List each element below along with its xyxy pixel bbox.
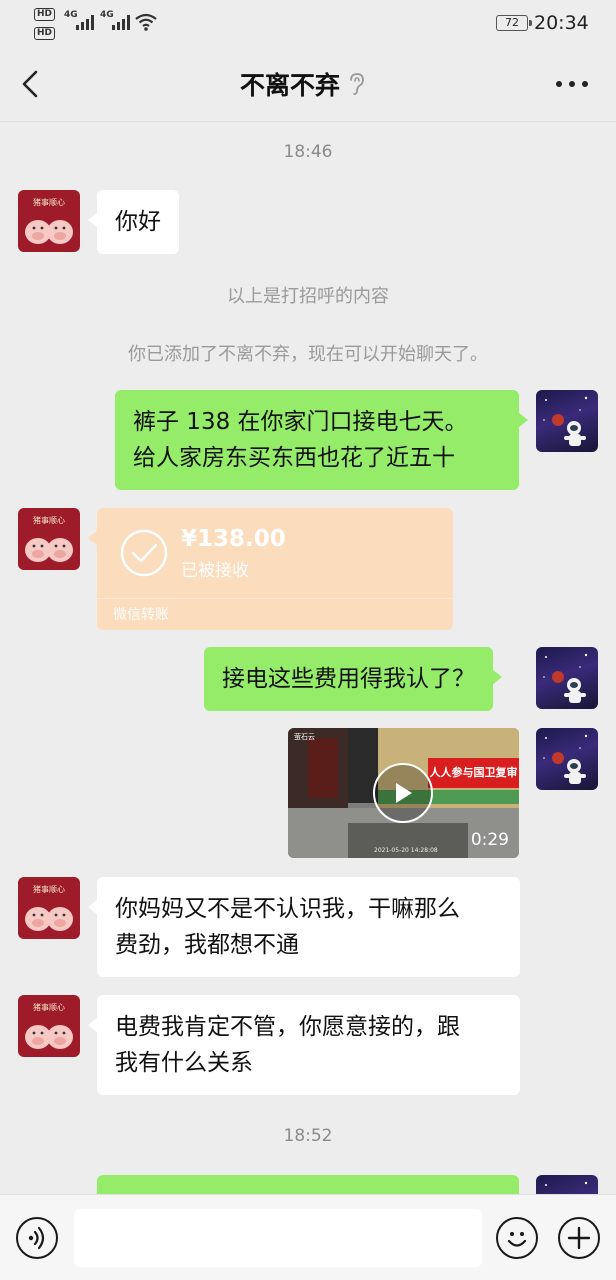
more-dots-icon[interactable] — [552, 66, 592, 102]
message-bubble[interactable]: 你好 — [88, 190, 179, 254]
voice-icon[interactable] — [16, 1217, 58, 1259]
pig-avatar-icon: 猪事顺心 — [25, 884, 73, 931]
ear-icon — [350, 73, 364, 95]
play-icon[interactable] — [373, 763, 433, 823]
avatar[interactable]: 猪事顺心 — [18, 995, 80, 1057]
message-input[interactable] — [74, 1209, 482, 1267]
video-watermark: 萤石云 — [294, 733, 315, 741]
svg-text:猪事顺心: 猪事顺心 — [33, 1002, 65, 1012]
plus-icon[interactable] — [558, 1217, 600, 1259]
hd-badge-2: HD — [34, 27, 56, 40]
composer-bar — [0, 1194, 616, 1280]
pig-avatar-icon: 猪事顺心 — [25, 197, 73, 244]
message-line: 你妈妈又不是不认识我，干嘛那么 — [115, 896, 460, 922]
system-message: 你已添加了不离不弃，现在可以开始聊天了。 — [128, 344, 488, 365]
astronaut-avatar-icon — [543, 734, 588, 784]
message-line: 费劲，我都想不通 — [115, 932, 299, 958]
video-banner: 人人参与国卫复审 — [428, 758, 519, 788]
system-message: 以上是打招呼的内容 — [227, 286, 389, 307]
timestamp: 18:52 — [283, 1126, 333, 1146]
message-bubble[interactable]: 电费我肯定不管，你愿意接的，跟 我有什么关系 — [88, 995, 520, 1095]
transfer-card[interactable]: ¥138.00 已被接收 微信转账 — [88, 508, 453, 630]
video-duration: 0:29 — [470, 830, 509, 850]
pig-avatar-icon: 猪事顺心 — [25, 1002, 73, 1049]
chat-title: 不离不弃 — [240, 71, 341, 100]
transfer-divider — [97, 598, 453, 599]
message-bubble[interactable]: 你妈妈又不是不认识我，干嘛那么 费劲，我都想不通 — [88, 877, 520, 977]
check-circle-icon — [120, 529, 168, 577]
avatar[interactable] — [536, 390, 598, 452]
chat-header: 不离不弃 — [0, 46, 616, 122]
message-bubble[interactable]: 裤子 138 在你家门口接电七天。 给人家房东买东西也花了近五十 — [115, 390, 528, 490]
transfer-amount: ¥138.00 — [181, 526, 286, 552]
chat-title-group: 不离不弃 — [240, 66, 366, 102]
astronaut-avatar-icon — [545, 1181, 588, 1186]
hd-badge-1: HD — [34, 8, 56, 21]
status-time: 20:34 — [534, 12, 589, 34]
message-bubble[interactable] — [97, 1175, 519, 1194]
avatar[interactable] — [536, 728, 598, 790]
message-line: 给人家房东买东西也花了近五十 — [133, 445, 455, 471]
signal-icon-2 — [112, 14, 130, 30]
wifi-icon — [135, 13, 157, 31]
message-line: 裤子 138 在你家门口接电七天。 — [133, 409, 468, 435]
svg-text:猪事顺心: 猪事顺心 — [33, 197, 65, 207]
avatar[interactable]: 猪事顺心 — [18, 190, 80, 252]
chat-messages[interactable]: 18:46 猪事顺心 你好 以上是打招呼的内容 你已添加了不离不弃，现在可以开始… — [0, 122, 616, 1194]
astronaut-avatar-icon — [543, 653, 588, 703]
battery-icon: 72 — [496, 15, 532, 31]
message-line: 电费我肯定不管，你愿意接的，跟 — [115, 1014, 460, 1040]
transfer-status: 已被接收 — [181, 561, 249, 581]
svg-text:猪事顺心: 猪事顺心 — [33, 515, 65, 525]
status-bar: HD HD 4G 4G 72 20:34 — [0, 0, 616, 46]
avatar[interactable]: 猪事顺心 — [18, 877, 80, 939]
avatar[interactable]: 猪事顺心 — [18, 508, 80, 570]
video-message[interactable]: 萤石云 人人参与国卫复审 2021-05-20 14:28:08 0:29 — [288, 728, 519, 858]
emoji-icon[interactable] — [496, 1217, 538, 1259]
avatar[interactable] — [536, 1175, 598, 1194]
avatar[interactable] — [536, 647, 598, 709]
video-timestamp: 2021-05-20 14:28:08 — [374, 847, 438, 854]
transfer-label: 微信转账 — [113, 607, 169, 623]
message-bubble[interactable]: 接电这些费用得我认了？ — [204, 647, 502, 711]
astronaut-avatar-icon — [543, 396, 588, 446]
pig-avatar-icon: 猪事顺心 — [25, 515, 73, 562]
message-line: 我有什么关系 — [115, 1050, 253, 1076]
svg-text:猪事顺心: 猪事顺心 — [33, 884, 65, 894]
signal-icon-1 — [76, 14, 94, 30]
timestamp: 18:46 — [283, 142, 333, 162]
back-chevron-icon[interactable] — [14, 66, 50, 102]
